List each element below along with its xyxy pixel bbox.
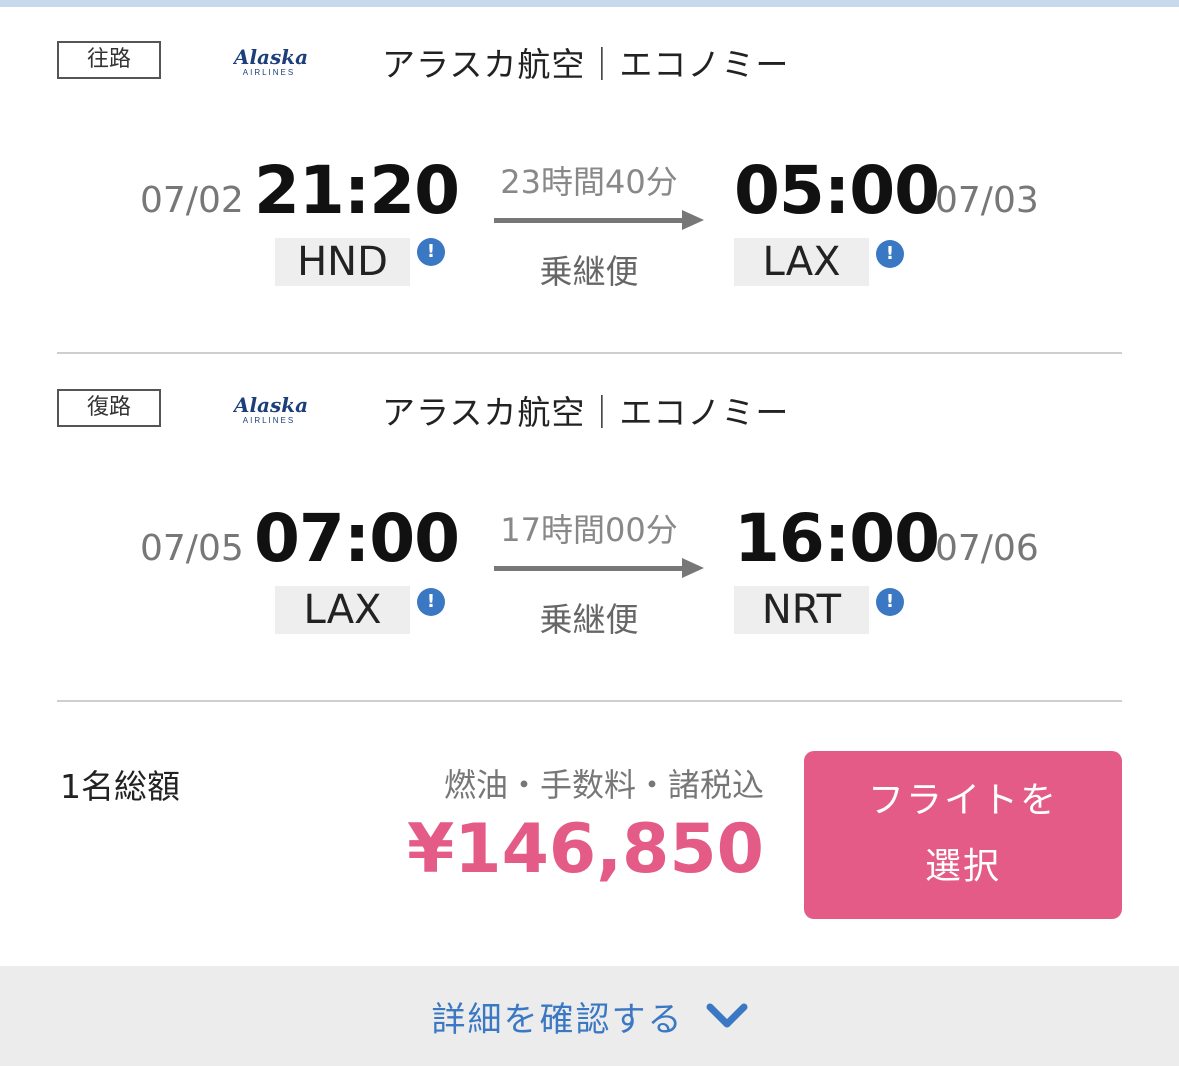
depart-time: 21:20 — [254, 152, 460, 229]
arrive-airport: LAX — [734, 238, 869, 286]
airline-class: アラスカ航空｜エコノミー — [382, 393, 790, 432]
chevron-down-icon — [706, 1003, 747, 1028]
return-flight-card: 復路 Alaska AIRLINES アラスカ航空｜エコノミー 07/05 07… — [0, 348, 1179, 668]
flight-duration: 23時間40分 — [500, 163, 678, 201]
depart-date: 07/05 — [140, 528, 244, 569]
svg-text:Alaska: Alaska — [233, 45, 308, 69]
svg-text:Alaska: Alaska — [233, 393, 308, 417]
alaska-airlines-logo: Alaska AIRLINES — [233, 45, 308, 77]
tax-note: 燃油・手数料・諸税込 — [443, 766, 764, 804]
direction-label: 往路 — [57, 41, 161, 79]
svg-text:AIRLINES: AIRLINES — [243, 68, 295, 77]
depart-date: 07/02 — [140, 180, 244, 221]
airline-class: アラスカ航空｜エコノミー — [382, 45, 790, 84]
price-label: 1名総額 — [60, 767, 180, 806]
select-button-label-line2: 選択 — [924, 846, 1001, 887]
arrow-right-icon — [494, 210, 704, 230]
outbound-flight-card: 往路 Alaska AIRLINES アラスカ航空｜エコノミー 07/02 21… — [0, 0, 1179, 320]
arrow-right-icon — [494, 558, 704, 578]
route-type: 乗継便 — [539, 252, 639, 291]
direction-label: 復路 — [57, 389, 161, 427]
route-type: 乗継便 — [539, 600, 639, 639]
total-price: ¥146,850 — [406, 810, 764, 889]
arrive-time: 05:00 — [734, 152, 940, 229]
details-label: 詳細を確認する — [431, 999, 684, 1040]
svg-text:AIRLINES: AIRLINES — [243, 416, 295, 425]
depart-time: 07:00 — [254, 500, 460, 577]
arrive-date: 07/06 — [935, 528, 1039, 569]
depart-airport-info-icon[interactable]: ! — [417, 588, 445, 616]
flight-duration: 17時間00分 — [500, 511, 678, 549]
select-button-label-line1: フライトを — [867, 780, 1058, 821]
depart-airport: LAX — [275, 586, 410, 634]
arrive-airport: NRT — [734, 586, 869, 634]
arrive-time: 16:00 — [734, 500, 940, 577]
select-flight-button[interactable]: フライトを 選択 — [804, 751, 1122, 919]
alaska-airlines-logo: Alaska AIRLINES — [233, 393, 308, 425]
depart-airport-info-icon[interactable]: ! — [417, 238, 445, 266]
depart-airport: HND — [275, 238, 410, 286]
arrive-airport-info-icon[interactable]: ! — [876, 240, 904, 268]
divider — [57, 700, 1122, 702]
arrive-airport-info-icon[interactable]: ! — [876, 588, 904, 616]
details-toggle[interactable]: 詳細を確認する — [0, 966, 1179, 1066]
arrive-date: 07/03 — [935, 180, 1039, 221]
